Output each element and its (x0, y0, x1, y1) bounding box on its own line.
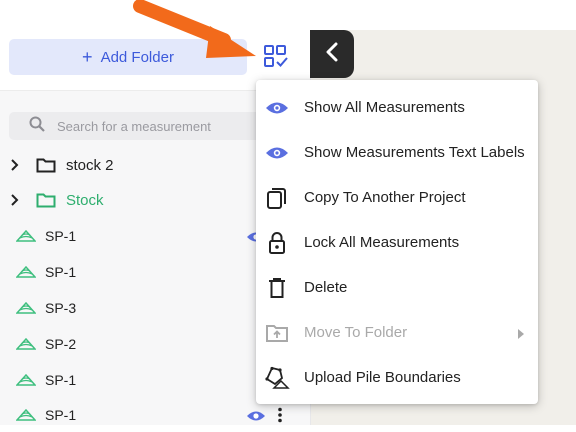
menu-item-delete[interactable]: Delete (256, 265, 538, 310)
pile-boundary-icon (264, 365, 290, 391)
eye-icon (264, 95, 290, 121)
menu-item-copy-to-project[interactable]: Copy To Another Project (256, 175, 538, 220)
annotation-arrow-icon (133, 0, 256, 58)
menu-item-label: Show All Measurements (304, 99, 465, 116)
chevron-right-icon[interactable] (10, 194, 24, 206)
measurement-label: SP-1 (45, 372, 77, 388)
menu-item-label: Lock All Measurements (304, 234, 460, 251)
chevron-right-icon[interactable] (10, 159, 24, 171)
trash-icon (264, 275, 290, 301)
search-input[interactable] (55, 117, 259, 135)
folder-move-icon (264, 320, 290, 346)
menu-item-label: Copy To Another Project (304, 189, 466, 206)
measurement-label: SP-1 (45, 228, 77, 244)
measurement-label: SP-1 (45, 264, 77, 280)
chevron-left-icon (325, 42, 339, 67)
folder-icon (36, 157, 56, 173)
collapse-sidebar-button[interactable] (310, 30, 354, 78)
menu-item-show-all-measurements[interactable]: Show All Measurements (256, 85, 538, 130)
menu-item-show-text-labels[interactable]: Show Measurements Text Labels (256, 130, 538, 175)
menu-item-move-to-folder[interactable]: Move To Folder (256, 310, 538, 355)
top-bar (0, 0, 576, 30)
plus-icon: + (82, 47, 93, 67)
folder-icon (36, 192, 56, 208)
menu-item-lock-all[interactable]: Lock All Measurements (256, 220, 538, 265)
folder-label: Stock (66, 191, 104, 209)
folder-label: stock 2 (66, 156, 114, 174)
stockpile-icon (16, 301, 36, 315)
copy-icon (264, 185, 290, 211)
measurement-label: SP-1 (45, 407, 77, 423)
menu-item-upload-pile-boundaries[interactable]: Upload Pile Boundaries (256, 355, 538, 400)
menu-item-label: Show Measurements Text Labels (304, 144, 525, 161)
stockpile-icon (16, 408, 36, 422)
submenu-arrow-icon (517, 327, 525, 345)
stockpile-icon (16, 229, 36, 243)
stockpile-icon (16, 265, 36, 279)
menu-item-label: Upload Pile Boundaries (304, 369, 461, 386)
menu-item-label: Move To Folder (304, 324, 408, 341)
stockpile-icon (16, 373, 36, 387)
stockpile-icon (16, 337, 36, 351)
eye-icon (264, 140, 290, 166)
measurement-label: SP-2 (45, 336, 77, 352)
measurement-label: SP-3 (45, 300, 77, 316)
eye-icon[interactable] (246, 409, 266, 427)
lock-icon (264, 230, 290, 256)
menu-item-label: Delete (304, 279, 348, 296)
options-menu: Show All Measurements Show Measurements … (256, 80, 538, 404)
search-icon (29, 116, 45, 137)
